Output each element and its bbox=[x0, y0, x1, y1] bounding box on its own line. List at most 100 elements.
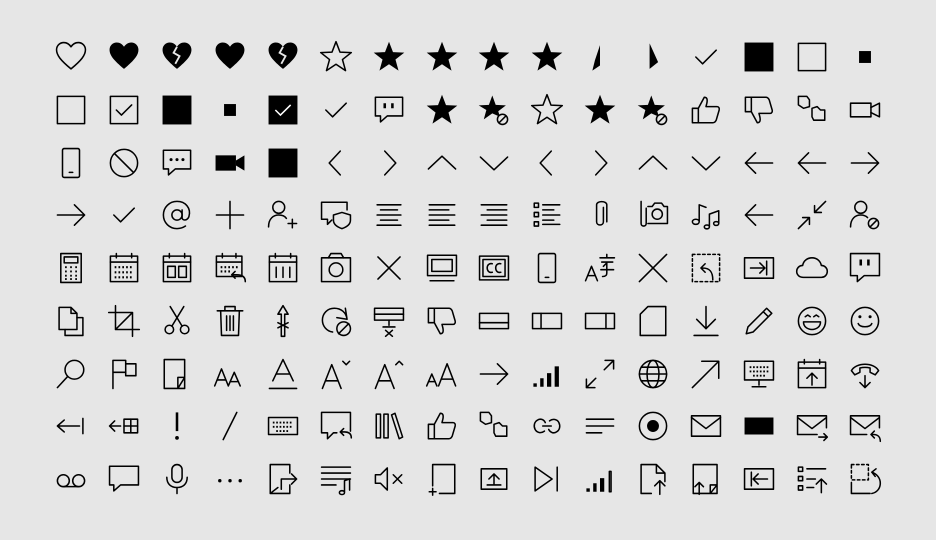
next-icon bbox=[523, 455, 571, 503]
calendar-import-icon bbox=[788, 350, 836, 398]
more-icon bbox=[206, 455, 254, 503]
emoji-icon bbox=[841, 297, 889, 345]
star-filled-icon bbox=[523, 33, 571, 81]
message-icon bbox=[100, 455, 148, 503]
heart-broken-icon bbox=[259, 33, 307, 81]
calendar-icon bbox=[259, 244, 307, 292]
radio-selected-icon bbox=[629, 402, 677, 450]
like-dislike-icon bbox=[788, 86, 836, 134]
heart-filled-icon bbox=[100, 33, 148, 81]
tv-icon bbox=[418, 244, 466, 292]
search-icon bbox=[47, 350, 95, 398]
chevron-left-icon bbox=[523, 139, 571, 187]
blocked-icon bbox=[100, 139, 148, 187]
arrow-right-icon bbox=[841, 139, 889, 187]
cancel-icon bbox=[629, 244, 677, 292]
microphone-icon bbox=[153, 455, 201, 503]
mail-forward-icon bbox=[788, 402, 836, 450]
mail-icon bbox=[682, 402, 730, 450]
calendar-week-icon bbox=[100, 244, 148, 292]
add-friend-icon bbox=[259, 191, 307, 239]
small-square-filled-icon bbox=[206, 86, 254, 134]
dock-bottom-icon bbox=[470, 297, 518, 345]
message-reply-icon bbox=[312, 402, 360, 450]
link-icon bbox=[523, 402, 571, 450]
crop-icon bbox=[100, 297, 148, 345]
star-off-icon bbox=[629, 86, 677, 134]
heart-broken-icon bbox=[153, 33, 201, 81]
close-icon bbox=[365, 244, 413, 292]
dislike-icon bbox=[418, 297, 466, 345]
attach-icon bbox=[576, 191, 624, 239]
playlist-icon bbox=[312, 455, 360, 503]
chevron-up-icon bbox=[629, 139, 677, 187]
arrow-right-icon bbox=[47, 191, 95, 239]
at-icon bbox=[153, 191, 201, 239]
checkbox-checked-icon bbox=[100, 86, 148, 134]
page-fold-upload-icon bbox=[682, 455, 730, 503]
chevron-down-icon bbox=[470, 139, 518, 187]
edit-icon bbox=[735, 297, 783, 345]
star-filled-icon bbox=[418, 86, 466, 134]
star-half-left-icon bbox=[629, 33, 677, 81]
arrow-left-icon bbox=[788, 139, 836, 187]
list-upload-icon bbox=[788, 455, 836, 503]
star-filled-icon bbox=[365, 33, 413, 81]
mail-reply-icon bbox=[841, 402, 889, 450]
align-center-icon bbox=[365, 191, 413, 239]
keyboard-icon bbox=[259, 402, 307, 450]
chevron-down-icon bbox=[682, 139, 730, 187]
small-square-filled-icon bbox=[841, 33, 889, 81]
star-half-icon bbox=[576, 33, 624, 81]
add-icon bbox=[206, 191, 254, 239]
square-filled-icon bbox=[735, 33, 783, 81]
translate-icon bbox=[576, 244, 624, 292]
slash-icon bbox=[206, 402, 254, 450]
square-filled-icon bbox=[259, 139, 307, 187]
star-filled-icon bbox=[470, 33, 518, 81]
font-decrease-icon bbox=[312, 350, 360, 398]
align-right-icon bbox=[470, 191, 518, 239]
redo-area-icon bbox=[841, 455, 889, 503]
music-icon bbox=[682, 191, 730, 239]
sync-off-icon bbox=[312, 297, 360, 345]
star-outline-icon bbox=[523, 86, 571, 134]
camera-attach-icon bbox=[629, 191, 677, 239]
add-page-icon bbox=[418, 455, 466, 503]
full-screen-icon bbox=[576, 350, 624, 398]
mail-filled-icon bbox=[735, 402, 783, 450]
video-icon bbox=[841, 86, 889, 134]
globe-icon bbox=[629, 350, 677, 398]
camera-icon bbox=[312, 244, 360, 292]
chevron-right-icon bbox=[365, 139, 413, 187]
page-fold-icon bbox=[153, 350, 201, 398]
chevron-left-icon bbox=[312, 139, 360, 187]
square-outline-icon bbox=[788, 33, 836, 81]
icon-grid bbox=[47, 33, 889, 503]
checkmark-icon bbox=[312, 86, 360, 134]
page-upload-icon bbox=[629, 455, 677, 503]
phone-icon bbox=[523, 244, 571, 292]
door-exit-icon bbox=[259, 455, 307, 503]
bulleted-list-icon bbox=[523, 191, 571, 239]
directions-icon bbox=[259, 297, 307, 345]
shield-message-icon bbox=[312, 191, 360, 239]
font-size-icon bbox=[206, 350, 254, 398]
comment-quote-icon bbox=[841, 244, 889, 292]
signal-low-icon bbox=[576, 455, 624, 503]
star-filled-icon bbox=[418, 33, 466, 81]
copy-icon bbox=[47, 297, 95, 345]
like-dislike-icon bbox=[470, 402, 518, 450]
cut-icon bbox=[153, 297, 201, 345]
delete-icon bbox=[206, 297, 254, 345]
dock-left-icon bbox=[523, 297, 571, 345]
checkbox-empty-icon bbox=[47, 86, 95, 134]
checkmark-icon bbox=[100, 191, 148, 239]
font-size-alt-icon bbox=[418, 350, 466, 398]
document-icon bbox=[629, 297, 677, 345]
cloud-icon bbox=[788, 244, 836, 292]
arrow-left-icon bbox=[735, 139, 783, 187]
message-quote-icon bbox=[365, 86, 413, 134]
share-screen-icon bbox=[470, 455, 518, 503]
download-icon bbox=[682, 297, 730, 345]
